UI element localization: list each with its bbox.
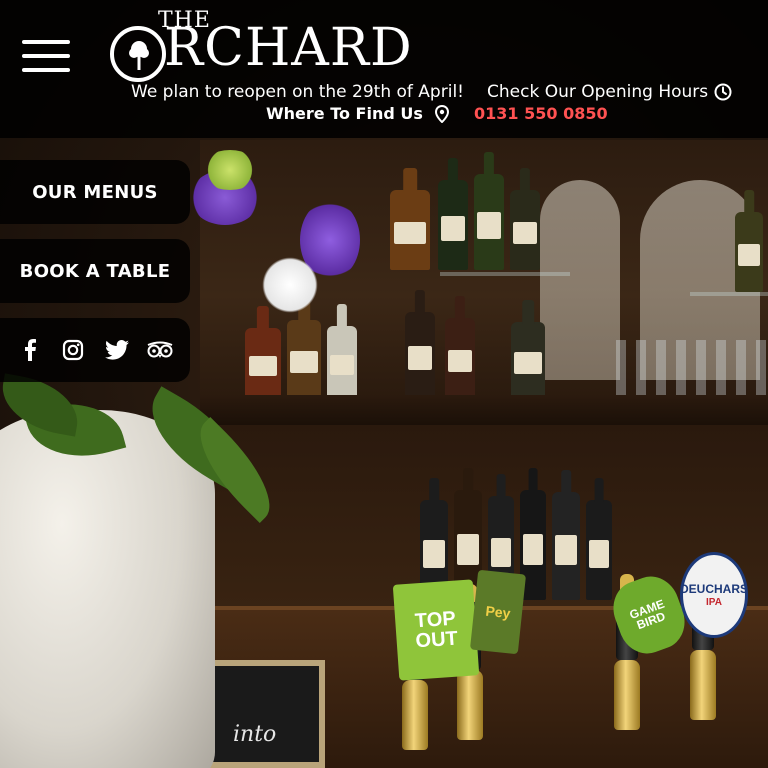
social-links [0,318,190,382]
bar-canopy [200,395,768,425]
site-logo[interactable]: THE RCHARD [110,8,420,82]
opening-hours-link[interactable]: Check Our Opening Hours [487,82,732,102]
facebook-icon[interactable] [17,337,43,363]
find-us-label: Where To Find Us [266,104,423,123]
clock-icon [714,83,732,101]
vase [0,410,215,768]
pump-clip-top-out: TOP OUT [392,579,480,681]
find-us-link[interactable]: Where To Find Us [266,104,449,123]
pump-clip-pey: Pey [469,569,527,655]
phone-number-link[interactable]: 0131 550 0850 [474,104,608,123]
flower [200,150,260,190]
hamburger-menu-icon[interactable] [22,40,70,72]
reopen-notice: We plan to reopen on the 29th of April! [131,82,464,102]
flower [255,255,325,315]
our-menus-button[interactable]: OUR MENUS [0,160,190,224]
arched-window [540,180,620,380]
tripadvisor-icon[interactable] [147,337,173,363]
book-a-table-button[interactable]: BOOK A TABLE [0,239,190,303]
map-pin-icon [434,104,449,123]
glass-shelf [690,292,768,296]
site-header: THE RCHARD We plan to reopen on the 29th… [0,0,768,138]
logo-tree-emblem [110,26,166,82]
chalkboard: into [205,660,325,768]
twitter-icon[interactable] [104,337,130,363]
pump-clip-deuchars: DEUCHARS IPA [680,552,748,638]
logo-wordmark: RCHARD [164,18,413,78]
instagram-icon[interactable] [60,337,86,363]
opening-hours-label: Check Our Opening Hours [487,82,709,102]
wine-glasses [616,340,766,400]
tree-icon [129,41,149,70]
glass-shelf [440,272,570,276]
